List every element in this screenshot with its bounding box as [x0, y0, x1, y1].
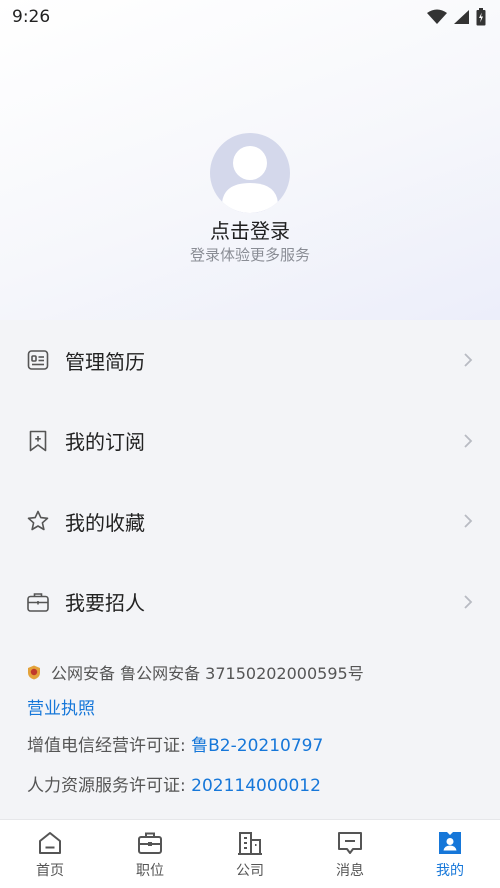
- status-bar: 9:26: [0, 0, 500, 34]
- menu-item-recruit[interactable]: 我要招人: [0, 562, 500, 643]
- menu-item-label: 我的订阅: [65, 430, 145, 455]
- default-avatar-icon: [222, 146, 278, 213]
- chevron-right-icon: [464, 514, 473, 528]
- telecom-license-row: 增值电信经营许可证: 鲁B2-20210797: [27, 728, 487, 764]
- nav-label: 消息: [336, 863, 364, 879]
- chevron-right-icon: [464, 353, 473, 367]
- telecom-license-label: 增值电信经营许可证:: [27, 736, 192, 756]
- menu-item-label: 管理简历: [65, 349, 145, 374]
- menu-item-favorites[interactable]: 我的收藏: [0, 481, 500, 562]
- wifi-icon: [427, 9, 447, 24]
- bottom-nav: 首页 职位 公司 消息 我的: [0, 819, 500, 888]
- nav-item-companies[interactable]: 公司: [200, 820, 300, 888]
- police-record-row[interactable]: 公网安备 鲁公网安备 37150202000595号: [27, 658, 487, 686]
- avatar[interactable]: [210, 133, 290, 213]
- resume-icon: [26, 348, 50, 372]
- status-time: 9:26: [12, 7, 51, 27]
- bookmark-icon: [26, 429, 50, 453]
- hr-license-link[interactable]: 202114000012: [191, 776, 321, 796]
- nav-label: 职位: [136, 863, 164, 879]
- building-icon: [236, 829, 264, 857]
- home-icon: [36, 829, 64, 857]
- hr-license-label: 人力资源服务许可证:: [27, 776, 192, 796]
- briefcase-icon: [136, 829, 164, 857]
- business-license-link[interactable]: 营业执照: [27, 694, 487, 724]
- nav-label: 首页: [36, 863, 64, 879]
- hr-license-row: 人力资源服务许可证: 202114000012: [27, 768, 487, 804]
- nav-label: 我的: [436, 863, 464, 879]
- chevron-right-icon: [464, 434, 473, 448]
- nav-item-home[interactable]: 首页: [0, 820, 100, 888]
- menu-item-subscriptions[interactable]: 我的订阅: [0, 401, 500, 482]
- police-record-text: 公网安备 鲁公网安备 37150202000595号: [51, 664, 364, 683]
- menu-list: 管理简历 我的订阅 我的收藏 我要招人: [0, 320, 500, 642]
- battery-icon: [476, 8, 486, 26]
- chevron-right-icon: [464, 595, 473, 609]
- profile-icon: [436, 829, 464, 857]
- star-icon: [26, 509, 50, 533]
- nav-item-jobs[interactable]: 职位: [100, 820, 200, 888]
- nav-item-messages[interactable]: 消息: [300, 820, 400, 888]
- nav-item-profile[interactable]: 我的: [400, 820, 500, 888]
- briefcase-icon: [26, 590, 50, 614]
- menu-item-label: 我的收藏: [65, 510, 145, 535]
- cellular-signal-icon: [454, 10, 469, 24]
- login-title[interactable]: 点击登录: [0, 215, 500, 244]
- login-subtitle: 登录体验更多服务: [189, 246, 310, 264]
- message-icon: [336, 829, 364, 857]
- police-emblem-icon: [28, 665, 40, 679]
- nav-label: 公司: [236, 863, 264, 879]
- status-icons: [427, 8, 486, 26]
- telecom-license-link[interactable]: 鲁B2-20210797: [191, 736, 323, 756]
- footer-info: 公网安备 鲁公网安备 37150202000595号 营业执照 增值电信经营许可…: [27, 660, 487, 804]
- menu-item-manage-resume[interactable]: 管理简历: [0, 320, 500, 401]
- menu-item-label: 我要招人: [65, 591, 145, 616]
